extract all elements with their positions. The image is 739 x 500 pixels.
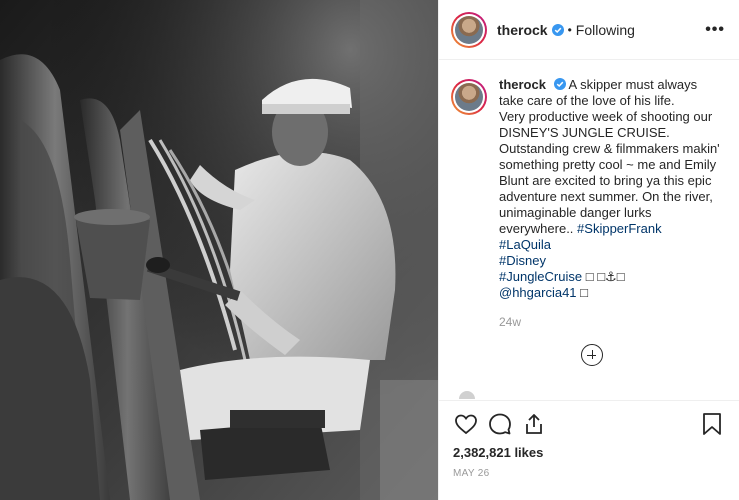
following-button[interactable]: Following <box>576 22 635 38</box>
emoji-group: □ □⚓□ <box>585 269 625 284</box>
caption-row: therock A skipper must always take care … <box>451 77 725 301</box>
mention-hhgarcia41[interactable]: @hhgarcia41 <box>499 285 577 300</box>
comments-area: therock A skipper must always take care … <box>439 61 739 399</box>
hashtag-laquila[interactable]: #LaQuila <box>499 237 723 253</box>
post-photo[interactable] <box>0 0 438 500</box>
bookmark-outline-icon[interactable] <box>699 411 725 437</box>
post-side-panel: therock • Following ••• therock A skippe… <box>438 0 739 500</box>
verified-badge-icon <box>551 23 564 36</box>
caption-username[interactable]: therock <box>499 77 546 92</box>
caption-avatar[interactable] <box>451 79 487 115</box>
likes-count[interactable]: 2,382,821 likes <box>453 445 725 460</box>
header-username[interactable]: therock <box>497 22 548 38</box>
skipper-photo-illustration <box>0 0 438 500</box>
avatar[interactable] <box>451 11 487 48</box>
hashtag-disney[interactable]: #Disney <box>499 253 723 269</box>
post-age: 24w <box>499 315 522 329</box>
post-date: MAY 26 <box>453 468 490 479</box>
emoji-after-mention: □ <box>580 285 589 300</box>
hashtag-skipperfrank[interactable]: #SkipperFrank <box>577 221 662 236</box>
plus-circle-icon[interactable] <box>581 344 603 366</box>
post-header: therock • Following ••• <box>439 0 739 60</box>
action-bar: 2,382,821 likes MAY 26 <box>439 400 739 479</box>
heart-outline-icon[interactable] <box>453 411 479 437</box>
header-separator: • <box>567 22 572 37</box>
mention-line: @hhgarcia41 □ <box>499 285 723 301</box>
comment-bubble-icon[interactable] <box>487 411 513 437</box>
ellipsis-icon[interactable]: ••• <box>705 21 725 39</box>
share-arrow-icon[interactable] <box>521 411 547 437</box>
caption-line-2: Very productive week of shooting our DIS… <box>499 109 720 236</box>
jungle-cruise-line: #JungleCruise □ □⚓□ <box>499 269 723 285</box>
verified-badge-icon <box>553 78 566 90</box>
caption-text: therock A skipper must always take care … <box>499 77 723 301</box>
next-comment-avatar <box>459 391 475 399</box>
instagram-post: therock • Following ••• therock A skippe… <box>0 0 739 500</box>
hashtag-junglecruise[interactable]: #JungleCruise <box>499 269 582 284</box>
action-icons <box>453 411 725 437</box>
